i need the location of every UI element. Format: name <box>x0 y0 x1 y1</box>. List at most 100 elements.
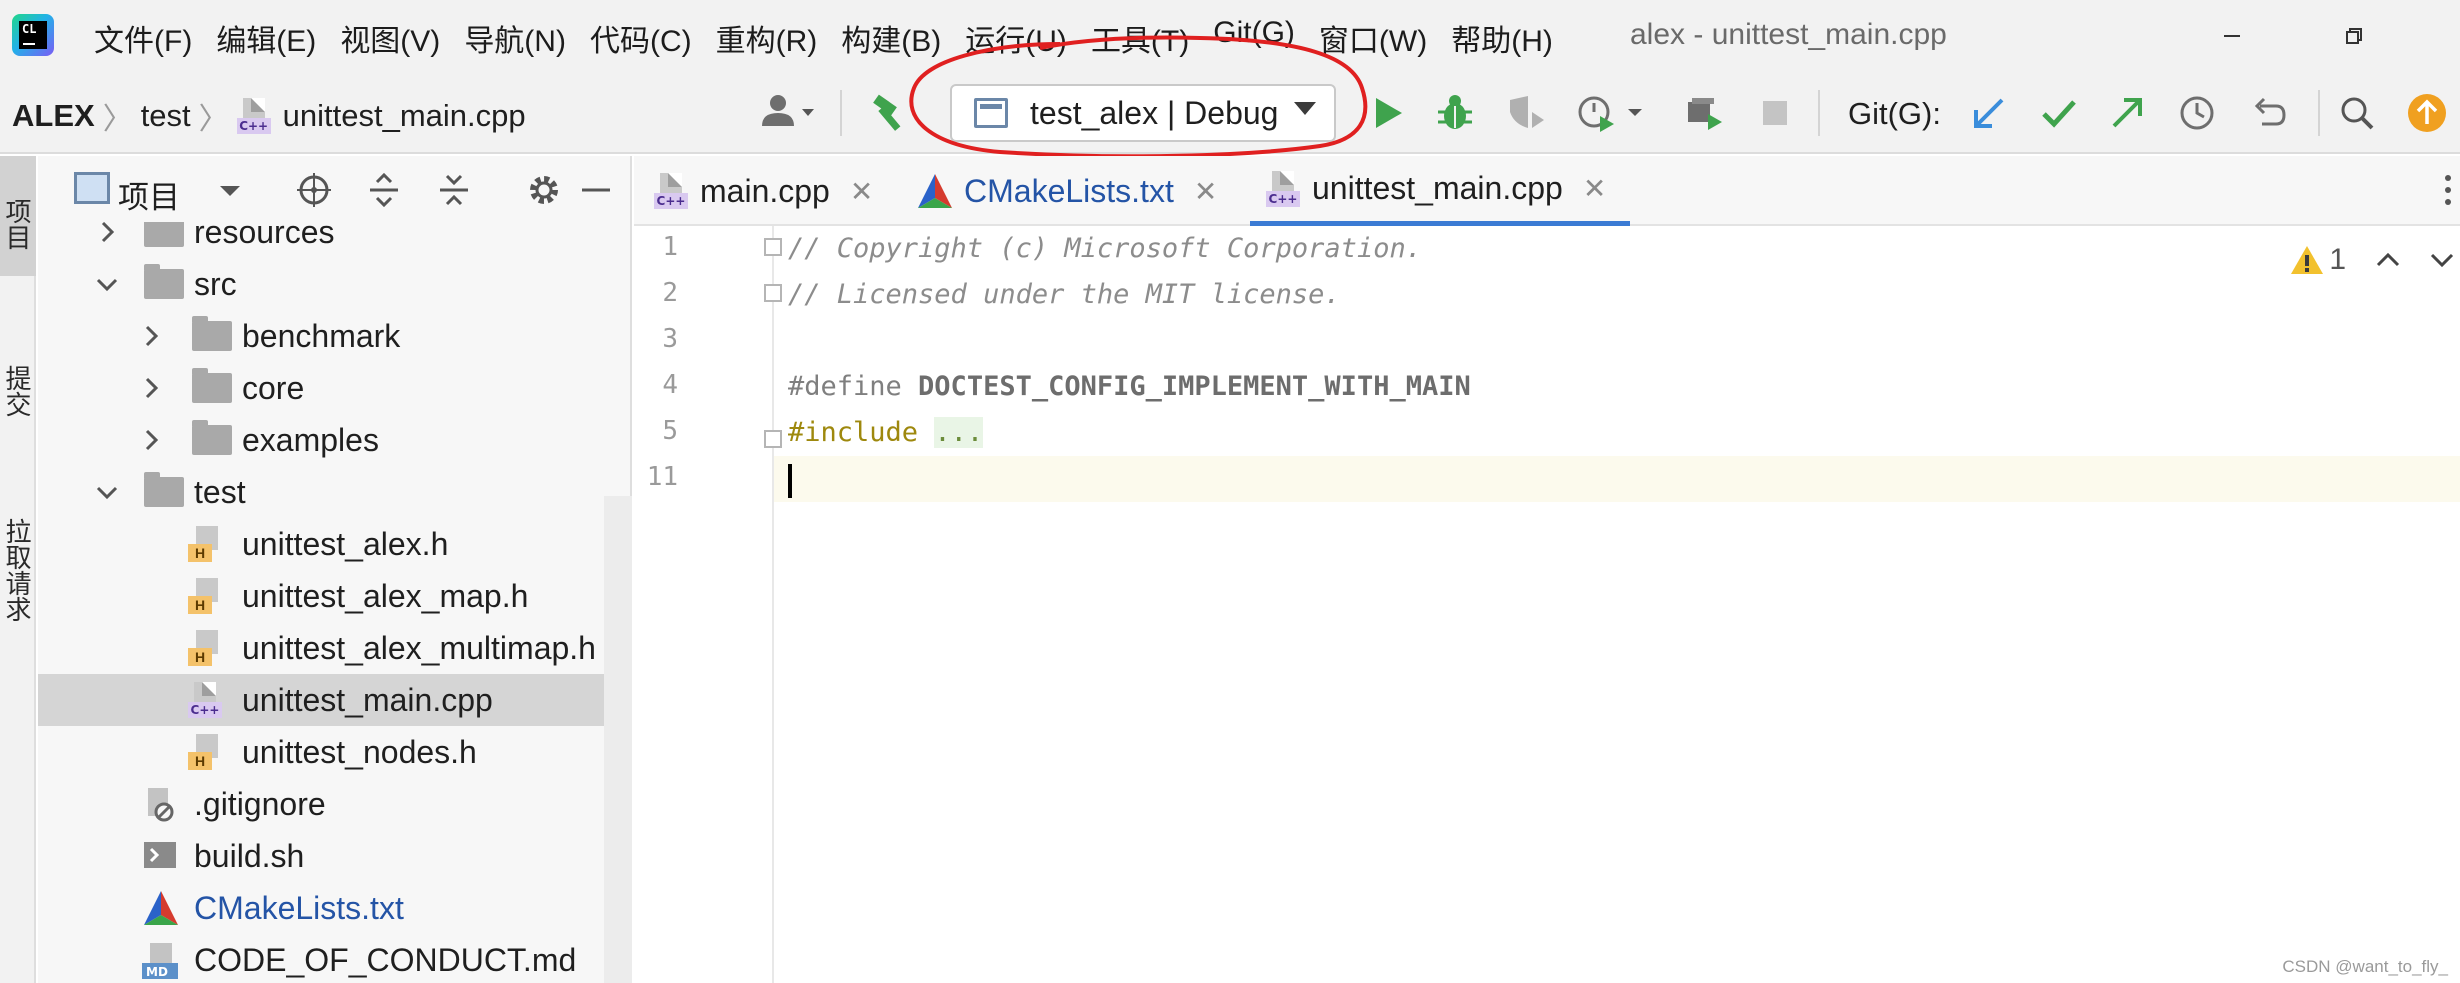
menu-window[interactable]: 窗口(W) <box>1319 16 1439 60</box>
menu-help[interactable]: 帮助(H) <box>1451 16 1565 60</box>
git-update-icon[interactable] <box>1966 90 2012 136</box>
menu-refactor[interactable]: 重构(R) <box>716 16 830 60</box>
header-file-icon: H <box>188 578 224 614</box>
locate-file-icon[interactable] <box>294 170 334 210</box>
toolbar-separator <box>2318 90 2320 136</box>
tree-item-file[interactable]: H unittest_alex_multimap.h <box>38 622 632 674</box>
toolbar-separator <box>1818 90 1820 136</box>
menu-git[interactable]: Git(G) <box>1213 16 1307 60</box>
rollback-icon[interactable] <box>2246 90 2292 136</box>
chevron-down-icon[interactable] <box>210 170 250 210</box>
tab-cmakelists[interactable]: CMakeLists.txt ✕ <box>916 156 1217 226</box>
breadcrumb-folder[interactable]: test <box>141 98 191 134</box>
code-line: // Copyright (c) Microsoft Corporation. <box>788 233 1422 264</box>
project-panel-title[interactable]: 项目 <box>118 172 180 217</box>
tool-window-pull-requests[interactable]: 拉取请求 <box>0 466 36 666</box>
history-icon[interactable] <box>2174 90 2220 136</box>
breadcrumb-file[interactable]: unittest_main.cpp <box>283 98 526 134</box>
tree-item-label: src <box>194 265 237 302</box>
project-panel-scrollbar[interactable] <box>604 496 632 983</box>
close-icon[interactable]: ✕ <box>850 175 873 208</box>
chevron-down-icon[interactable] <box>2428 246 2456 274</box>
tree-item-folder[interactable]: src <box>38 258 632 310</box>
editor-gutter: 1 2 3 4 5 11 <box>634 226 782 983</box>
tree-item-folder[interactable]: core <box>38 362 632 414</box>
tree-item-label: CODE_OF_CONDUCT.md <box>194 941 577 978</box>
toolbar: ALEX 〉 test 〉 C++ unittest_main.cpp test… <box>0 72 2460 154</box>
menu-run[interactable]: 运行(U) <box>965 16 1079 60</box>
run-icon[interactable] <box>1364 90 1410 136</box>
folder-icon <box>192 420 232 455</box>
restore-icon[interactable] <box>2334 16 2374 56</box>
tree-item-folder[interactable]: benchmark <box>38 310 632 362</box>
tree-item-folder[interactable]: test <box>38 466 632 518</box>
tree-item-label: unittest_alex.h <box>242 525 449 562</box>
menu-edit[interactable]: 编辑(E) <box>216 16 328 60</box>
tree-item-file[interactable]: H unittest_alex_map.h <box>38 570 632 622</box>
tool-window-commit[interactable]: 提交 <box>0 322 36 452</box>
tree-item-label: benchmark <box>242 317 401 354</box>
window-title: alex - unittest_main.cpp <box>1630 18 1947 51</box>
menu-code[interactable]: 代码(C) <box>590 16 704 60</box>
minimize-icon[interactable] <box>2212 16 2252 56</box>
tree-item-folder[interactable]: examples <box>38 414 632 466</box>
fold-expand-icon[interactable] <box>764 430 782 448</box>
run-configuration-selector[interactable]: test_alex | Debug <box>950 84 1336 142</box>
build-hammer-icon[interactable] <box>868 92 912 136</box>
menu-build[interactable]: 构建(B) <box>841 16 953 60</box>
user-icon[interactable] <box>758 92 820 132</box>
tree-item-file-selected[interactable]: C++ unittest_main.cpp <box>38 674 632 726</box>
tree-item-file[interactable]: MD CODE_OF_CONDUCT.md <box>38 934 632 983</box>
tree-item-folder[interactable]: resources <box>38 222 632 258</box>
attach-icon[interactable] <box>1682 90 1728 136</box>
more-tabs-icon[interactable] <box>2442 170 2454 210</box>
debug-icon[interactable] <box>1432 90 1478 136</box>
fold-start-icon[interactable] <box>764 238 782 256</box>
profiler-icon[interactable] <box>1574 90 1642 136</box>
tree-item-file[interactable]: CMakeLists.txt <box>38 882 632 934</box>
chevron-down-icon <box>96 278 118 292</box>
chevron-right-icon <box>145 377 159 399</box>
tree-item-file[interactable]: H unittest_alex.h <box>38 518 632 570</box>
menu-tools[interactable]: 工具(T) <box>1091 16 1201 60</box>
hide-panel-icon[interactable] <box>576 170 616 210</box>
header-file-icon: H <box>188 526 224 562</box>
gear-icon[interactable] <box>524 170 564 210</box>
git-push-icon[interactable] <box>2104 90 2150 136</box>
line-number: 1 <box>662 232 678 262</box>
git-commit-icon[interactable] <box>2036 90 2082 136</box>
stop-icon[interactable] <box>1752 90 1798 136</box>
breadcrumb-separator-icon: 〉 <box>102 103 133 136</box>
close-icon[interactable]: ✕ <box>1194 175 1217 208</box>
folder-icon <box>144 222 184 247</box>
close-icon[interactable]: ✕ <box>1583 172 1606 205</box>
git-label: Git(G): <box>1848 96 1941 131</box>
cpp-file-icon: C++ <box>654 173 690 209</box>
main-menu: 文件(F) 编辑(E) 视图(V) 导航(N) 代码(C) 重构(R) 构建(B… <box>94 16 1577 60</box>
collapse-all-icon[interactable] <box>434 170 474 210</box>
tree-item-file[interactable]: .gitignore <box>38 778 632 830</box>
search-icon[interactable] <box>2334 90 2380 136</box>
ide-update-icon[interactable] <box>2404 90 2450 136</box>
chevron-right-icon <box>101 222 115 243</box>
menu-file[interactable]: 文件(F) <box>94 16 204 60</box>
tree-item-file[interactable]: build.sh <box>38 830 632 882</box>
breadcrumb-project[interactable]: ALEX <box>12 98 95 134</box>
tree-item-file[interactable]: H unittest_nodes.h <box>38 726 632 778</box>
fold-end-icon[interactable] <box>764 284 782 302</box>
gitignore-file-icon <box>148 788 174 822</box>
chevron-up-icon[interactable] <box>2374 246 2402 274</box>
clion-logo[interactable]: CL <box>12 14 54 56</box>
tab-unittest-main-cpp[interactable]: C++ unittest_main.cpp ✕ <box>1250 156 1630 226</box>
project-panel-header: 项目 <box>38 156 632 222</box>
coverage-icon[interactable] <box>1502 90 1548 136</box>
code-editor[interactable]: // Copyright (c) Microsoft Corporation. … <box>788 226 2460 983</box>
folded-region[interactable]: ... <box>934 417 984 448</box>
tool-window-project[interactable]: 项目 <box>0 156 36 276</box>
menu-navigate[interactable]: 导航(N) <box>464 16 578 60</box>
inspection-widget[interactable]: 1 <box>2289 240 2460 280</box>
tab-main-cpp[interactable]: C++ main.cpp ✕ <box>654 156 873 226</box>
editor-area: C++ main.cpp ✕ CMakeLists.txt ✕ C++ unit… <box>634 156 2460 983</box>
expand-all-icon[interactable] <box>364 170 404 210</box>
menu-view[interactable]: 视图(V) <box>340 16 452 60</box>
